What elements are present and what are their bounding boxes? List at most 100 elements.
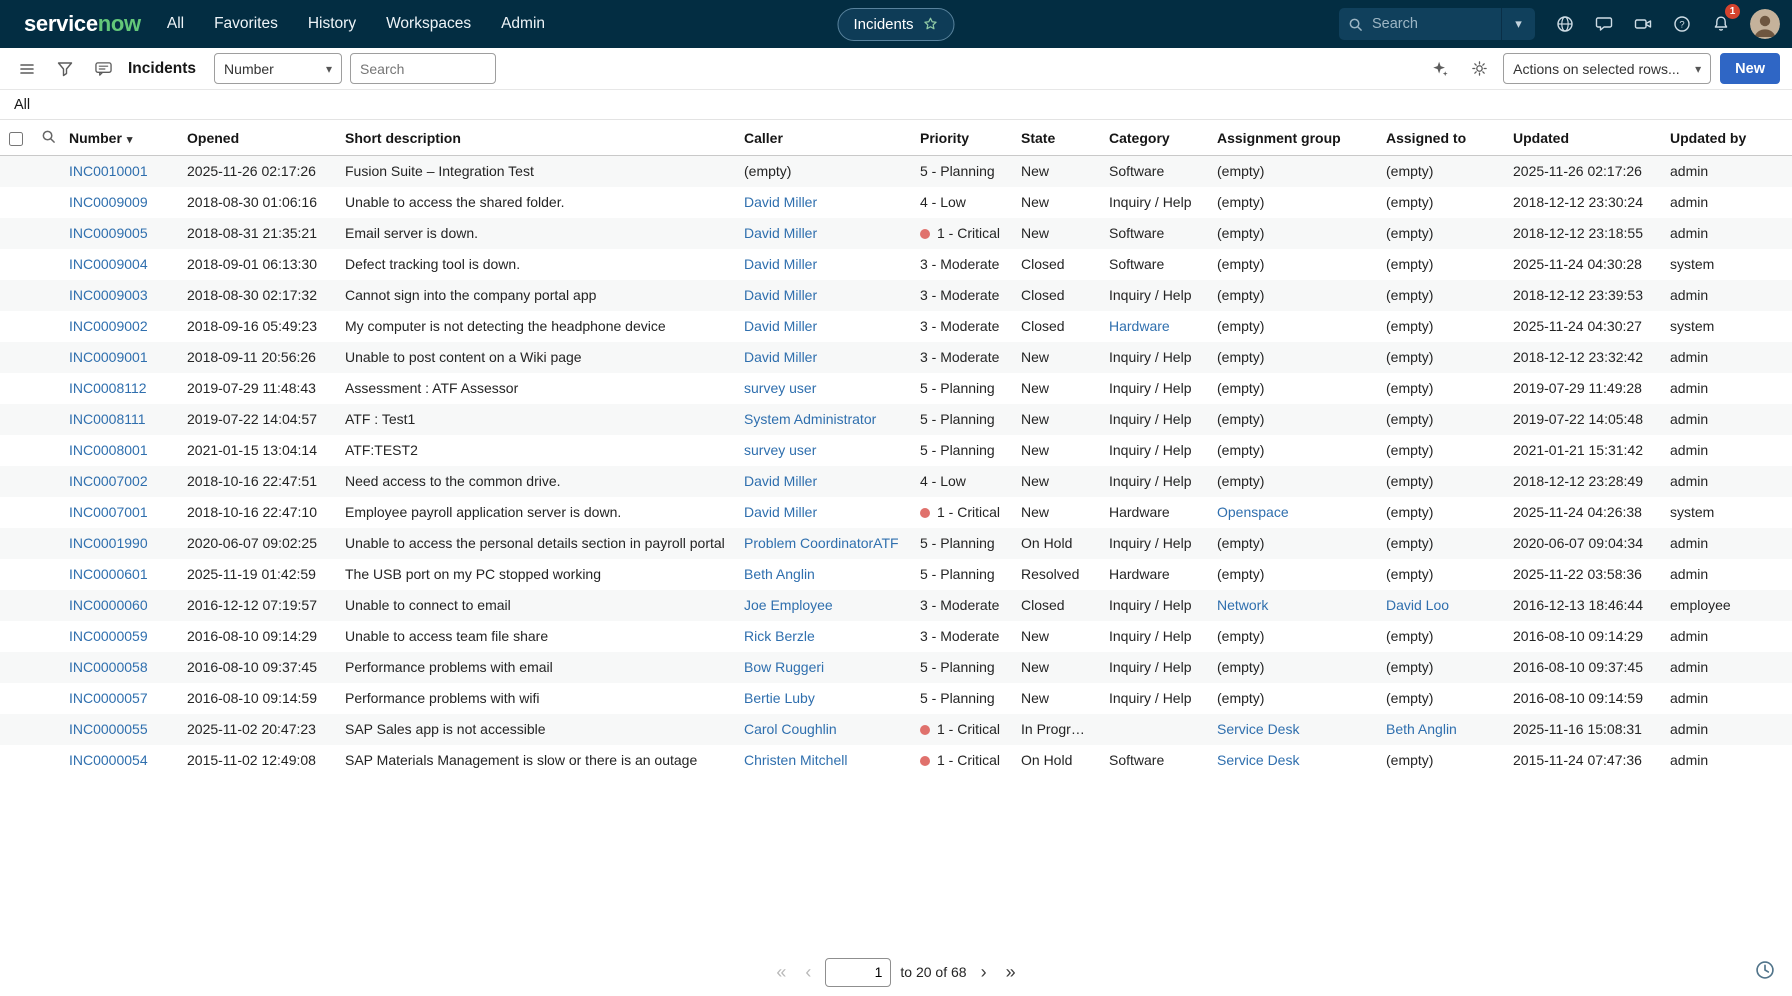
col-header-state[interactable]: State <box>1012 120 1100 156</box>
chat-icon[interactable] <box>1587 7 1621 41</box>
ai-sparkle-icon[interactable] <box>1425 54 1455 84</box>
nav-item-admin[interactable]: Admin <box>501 15 545 33</box>
record-link[interactable]: survey user <box>744 442 816 458</box>
filter-icon[interactable] <box>50 54 80 84</box>
nav-item-history[interactable]: History <box>308 15 356 33</box>
record-link[interactable]: David Miller <box>744 225 817 241</box>
col-header-assignment-group[interactable]: Assignment group <box>1208 120 1377 156</box>
cell-state: New <box>1012 187 1100 218</box>
record-link[interactable]: survey user <box>744 380 816 396</box>
record-link[interactable]: Carol Coughlin <box>744 721 837 737</box>
incident-number-link[interactable]: INC0000059 <box>69 628 148 644</box>
servicenow-app: servicenow All Favorites History Workspa… <box>0 0 1792 996</box>
globe-icon[interactable] <box>1548 7 1582 41</box>
incident-number-link[interactable]: INC0009004 <box>69 256 148 272</box>
first-page-button[interactable]: « <box>771 961 791 983</box>
incident-number-link[interactable]: INC0009009 <box>69 194 148 210</box>
new-button[interactable]: New <box>1720 53 1780 84</box>
incident-number-link[interactable]: INC0007001 <box>69 504 148 520</box>
select-all-checkbox[interactable] <box>9 132 23 146</box>
incident-number-link[interactable]: INC0000055 <box>69 721 148 737</box>
incident-number-link[interactable]: INC0000057 <box>69 690 148 706</box>
cell-text: 2019-07-29 11:49:28 <box>1513 380 1642 396</box>
servicenow-logo[interactable]: servicenow <box>24 11 141 37</box>
record-link[interactable]: Service Desk <box>1217 721 1299 737</box>
toolbar-right-cluster: Actions on selected rows... ▾ New <box>1425 53 1780 84</box>
incident-number-link[interactable]: INC0010001 <box>69 163 148 179</box>
record-link[interactable]: David Miller <box>744 194 817 210</box>
breadcrumb-all[interactable]: All <box>14 97 30 113</box>
col-header-opened[interactable]: Opened <box>178 120 336 156</box>
col-header-caller[interactable]: Caller <box>735 120 911 156</box>
list-feedback-icon[interactable] <box>88 54 118 84</box>
record-link[interactable]: Rick Berzle <box>744 628 815 644</box>
col-header-category[interactable]: Category <box>1100 120 1208 156</box>
record-link[interactable]: Beth Anglin <box>744 566 815 582</box>
actions-on-rows-select[interactable]: Actions on selected rows... ▾ <box>1503 53 1711 84</box>
record-link[interactable]: Network <box>1217 597 1268 613</box>
record-link[interactable]: Christen Mitchell <box>744 752 847 768</box>
incident-number-link[interactable]: INC0009003 <box>69 287 148 303</box>
incident-number-link[interactable]: INC0008112 <box>69 380 147 396</box>
nav-item-all[interactable]: All <box>167 15 184 33</box>
list-context-menu-icon[interactable] <box>12 54 42 84</box>
page-number-input[interactable] <box>825 958 891 987</box>
col-header-short-description[interactable]: Short description <box>336 120 735 156</box>
cell-text: 2018-08-30 01:06:16 <box>187 194 317 210</box>
incident-number-link[interactable]: INC0009002 <box>69 318 148 334</box>
record-link[interactable]: David Miller <box>744 256 817 272</box>
col-header-assigned-to[interactable]: Assigned to <box>1377 120 1504 156</box>
prev-page-button[interactable]: ‹ <box>800 961 816 983</box>
incident-number-link[interactable]: INC0008001 <box>69 442 148 458</box>
gear-icon[interactable] <box>1464 54 1494 84</box>
record-link[interactable]: System Administrator <box>744 411 876 427</box>
record-link[interactable]: Openspace <box>1217 504 1289 520</box>
nav-item-workspaces[interactable]: Workspaces <box>386 15 471 33</box>
context-pill-incidents[interactable]: Incidents <box>837 8 954 41</box>
incident-number-link[interactable]: INC0009001 <box>69 349 148 365</box>
record-link[interactable]: Problem CoordinatorATF <box>744 535 899 551</box>
list-search-input[interactable] <box>350 53 496 84</box>
incident-number-link[interactable]: INC0001990 <box>69 535 148 551</box>
col-header-updated[interactable]: Updated <box>1504 120 1661 156</box>
cell-text: admin <box>1670 752 1708 768</box>
last-page-button[interactable]: » <box>1001 961 1021 983</box>
record-link[interactable]: David Miller <box>744 349 817 365</box>
nav-item-favorites[interactable]: Favorites <box>214 15 278 33</box>
record-link[interactable]: David Miller <box>744 504 817 520</box>
record-link[interactable]: Beth Anglin <box>1386 721 1457 737</box>
col-header-number[interactable]: Number▾ <box>60 120 178 156</box>
record-link[interactable]: David Miller <box>744 473 817 489</box>
global-search-input[interactable] <box>1370 15 1482 33</box>
next-page-button[interactable]: › <box>976 961 992 983</box>
incident-number-link[interactable]: INC0000060 <box>69 597 148 613</box>
refresh-timer-icon[interactable] <box>1754 959 1776 981</box>
row-select-cell <box>0 652 32 683</box>
cell-text: 2020-06-07 09:02:25 <box>187 535 317 551</box>
favorite-star-icon[interactable] <box>923 16 939 32</box>
cell-text: 2019-07-22 14:05:48 <box>1513 411 1643 427</box>
record-link[interactable]: David Miller <box>744 318 817 334</box>
help-icon[interactable]: ? <box>1665 7 1699 41</box>
incident-number-link[interactable]: INC0009005 <box>69 225 148 241</box>
record-link[interactable]: Service Desk <box>1217 752 1299 768</box>
record-link[interactable]: David Miller <box>744 287 817 303</box>
search-scope-dropdown[interactable]: ▾ <box>1501 8 1535 40</box>
record-link[interactable]: Bow Ruggeri <box>744 659 824 675</box>
record-link[interactable]: Bertie Luby <box>744 690 815 706</box>
incident-number-link[interactable]: INC0000601 <box>69 566 148 582</box>
incident-number-link[interactable]: INC0008111 <box>69 411 146 427</box>
notifications-bell-icon[interactable]: 1 <box>1704 7 1738 41</box>
list-column-search-toggle[interactable] <box>32 120 60 156</box>
search-column-select[interactable]: Number ▾ <box>214 53 342 84</box>
avatar[interactable] <box>1750 9 1780 39</box>
incident-number-link[interactable]: INC0000058 <box>69 659 148 675</box>
col-header-priority[interactable]: Priority <box>911 120 1012 156</box>
record-link[interactable]: David Loo <box>1386 597 1449 613</box>
record-link[interactable]: Hardware <box>1109 318 1170 334</box>
incident-number-link[interactable]: INC0007002 <box>69 473 148 489</box>
video-icon[interactable] <box>1626 7 1660 41</box>
record-link[interactable]: Joe Employee <box>744 597 833 613</box>
incident-number-link[interactable]: INC0000054 <box>69 752 148 768</box>
col-header-updated-by[interactable]: Updated by <box>1661 120 1792 156</box>
